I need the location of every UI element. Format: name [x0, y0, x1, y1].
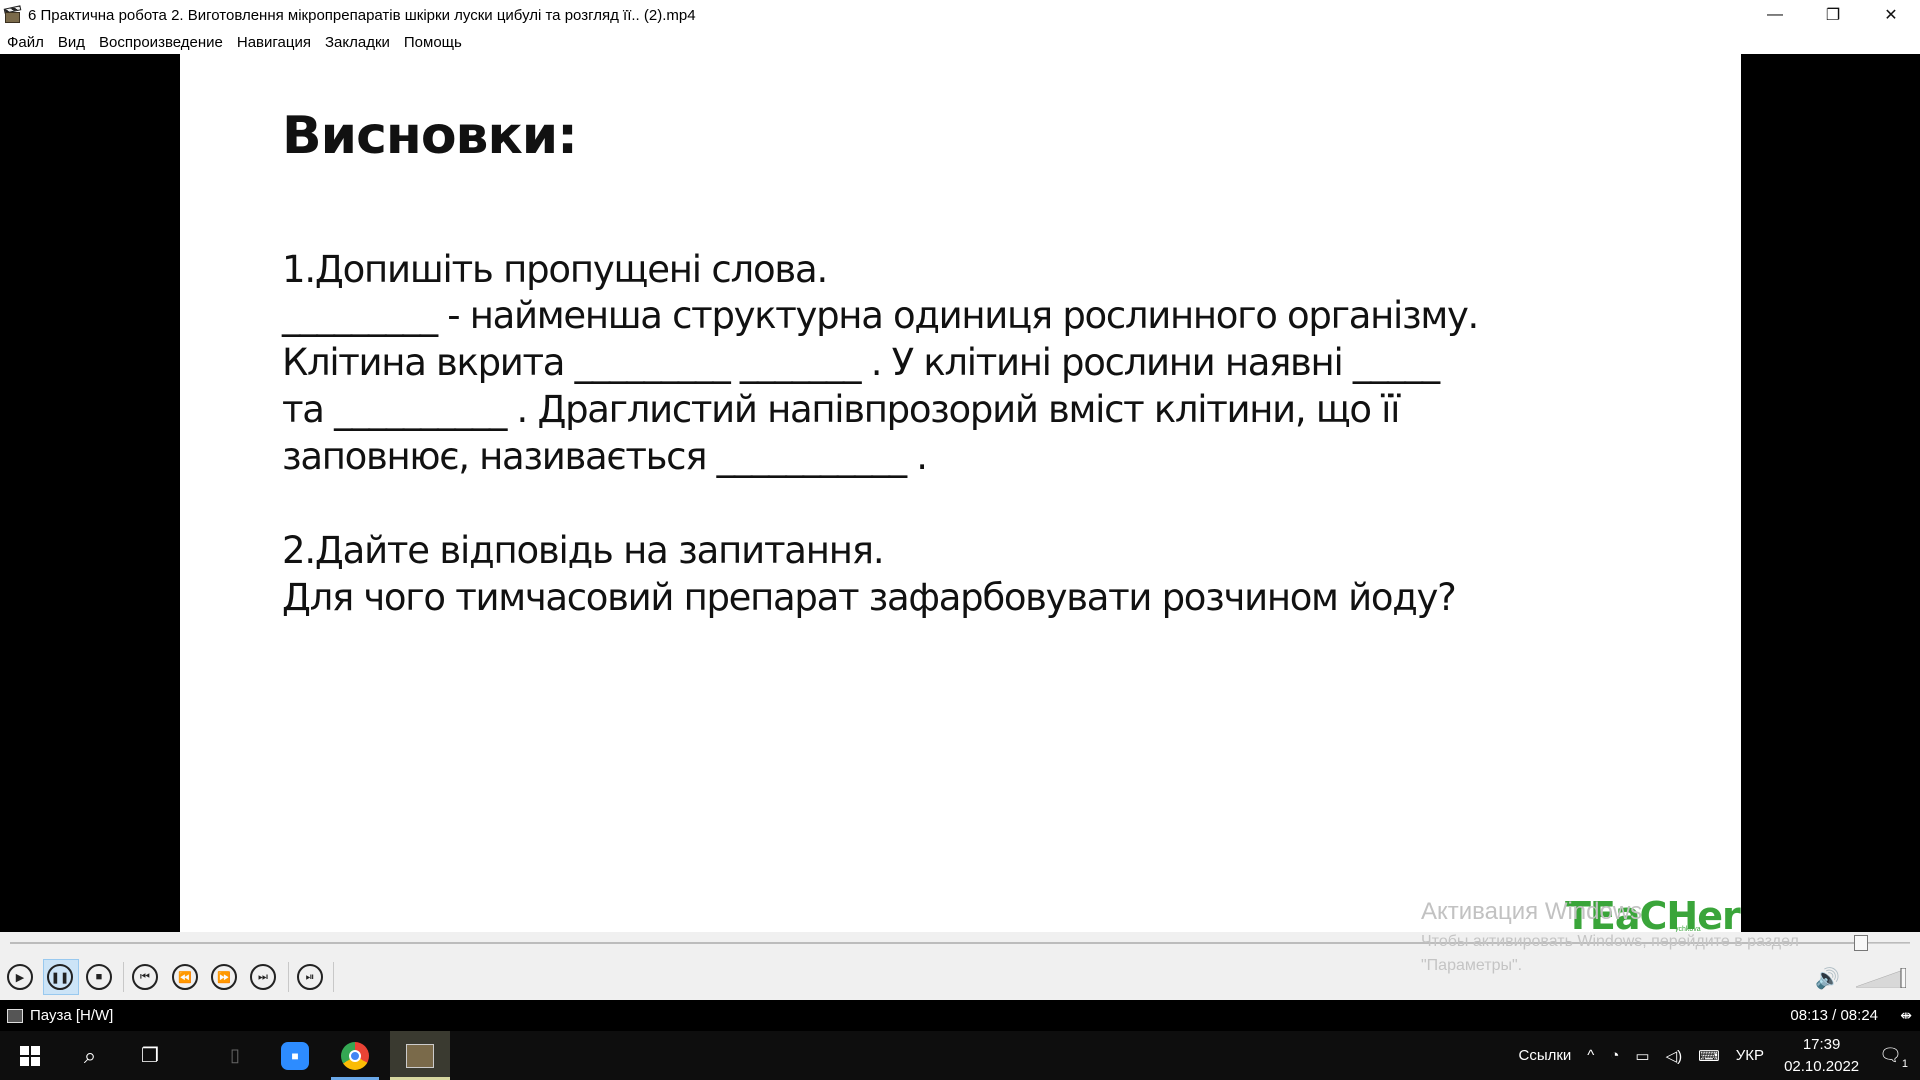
taskbar: ⌕ ❐ ▯ ■ Ссылки ^ ◔ ▭ ◁) ⌨ УКР 17:39 02.1…: [0, 1031, 1920, 1080]
seek-bar-fill: [10, 942, 1861, 944]
clock[interactable]: 17:39 02.10.2022: [1784, 1034, 1859, 1078]
video-area[interactable]: Висновки: 1.Допишіть пропущені слова. __…: [0, 54, 1920, 938]
language-indicator[interactable]: УКР: [1736, 1047, 1764, 1064]
play-button[interactable]: ▶: [7, 964, 33, 990]
close-button[interactable]: ✕: [1862, 0, 1920, 30]
minimize-button[interactable]: —: [1746, 0, 1804, 30]
playback-time[interactable]: 08:13 / 08:24: [1790, 1007, 1878, 1024]
task2-question: Для чого тимчасовий препарат зафарбовува…: [282, 576, 1457, 619]
speaker-icon[interactable]: 🔊: [1815, 966, 1841, 990]
menu-playback[interactable]: Воспроизведение: [99, 34, 223, 51]
task1-line: _________ - найменша структурна одиниця …: [282, 294, 1479, 337]
windows-logo-icon: [20, 1045, 40, 1066]
keyboard-icon[interactable]: ⌨: [1698, 1047, 1720, 1065]
task1-line: та __________ . Драглистий напівпрозорий…: [282, 388, 1400, 431]
rewind-button[interactable]: ⏪: [172, 964, 198, 990]
frame-step-button[interactable]: ⏯: [297, 964, 323, 990]
chevron-up-icon[interactable]: ^: [1587, 1047, 1594, 1064]
zoom-app-icon[interactable]: ■: [265, 1031, 325, 1080]
media-player-taskbar-icon[interactable]: [390, 1031, 450, 1080]
title-bar: 6 Практична робота 2. Виготовлення мікро…: [0, 0, 1920, 30]
stop-button[interactable]: ■: [86, 964, 112, 990]
start-button[interactable]: [0, 1031, 60, 1080]
task1-title: 1.Допишіть пропущені слова.: [282, 248, 828, 291]
task2-title: 2.Дайте відповідь на запитання.: [282, 529, 885, 572]
mouse-app-icon[interactable]: ▯: [205, 1031, 265, 1080]
video-frame-slide: Висновки: 1.Допишіть пропущені слова. __…: [180, 54, 1741, 938]
separator: [123, 962, 124, 992]
menu-view[interactable]: Вид: [58, 34, 85, 51]
pause-button[interactable]: ❚❚: [47, 964, 73, 990]
volume-tray-icon[interactable]: ◁): [1666, 1047, 1683, 1065]
notification-count: 1: [1901, 1058, 1908, 1070]
window-title: 6 Практична робота 2. Виготовлення мікро…: [28, 6, 696, 24]
aspect-ratio-icon[interactable]: ⇼: [1900, 1007, 1912, 1024]
task-view-icon[interactable]: ❐: [120, 1031, 180, 1080]
playback-status: Пауза [H/W]: [30, 1007, 114, 1024]
volume-slider-thumb: [1900, 968, 1906, 988]
separator: [333, 962, 334, 992]
task1-line: Клітина вкрита _________ _______ . У клі…: [282, 341, 1440, 384]
status-icon: [7, 1008, 23, 1023]
system-tray: Ссылки ^ ◔ ▭ ◁) ⌨ УКР 17:39 02.10.2022 🗨…: [1510, 1031, 1920, 1080]
status-bar: Пауза [H/W] 08:13 / 08:24 ⇼: [0, 1000, 1920, 1031]
slide-heading: Висновки:: [282, 106, 578, 166]
volume-slider[interactable]: [1856, 968, 1906, 988]
seek-bar[interactable]: [10, 935, 1910, 951]
media-player-icon[interactable]: [3, 5, 22, 24]
menu-navigation[interactable]: Навигация: [237, 34, 311, 51]
menu-help[interactable]: Помощь: [404, 34, 462, 51]
search-icon[interactable]: ⌕: [60, 1031, 120, 1080]
separator: [288, 962, 289, 992]
task1-line: заповнює, називається ___________ .: [282, 435, 928, 478]
chrome-app-icon[interactable]: [325, 1031, 385, 1080]
forward-button[interactable]: ⏩: [211, 964, 237, 990]
seek-bar-area: [0, 932, 1920, 954]
playback-controls: ▶ ❚❚ ■ ⏮ ⏪ ⏩ ⏭ ⏯ 🔊: [0, 954, 1920, 1000]
menu-bookmarks[interactable]: Закладки: [325, 34, 390, 51]
menu-file[interactable]: Файл: [7, 34, 44, 51]
notification-icon[interactable]: 🗨 1: [1879, 1045, 1908, 1070]
previous-button[interactable]: ⏮: [132, 964, 158, 990]
network-icon[interactable]: ◔: [1610, 1047, 1619, 1064]
clock-date: 02.10.2022: [1784, 1057, 1860, 1075]
maximize-button[interactable]: ❐: [1804, 0, 1862, 30]
tray-links[interactable]: Ссылки: [1518, 1047, 1571, 1064]
menu-bar: Файл Вид Воспроизведение Навигация Закла…: [0, 30, 1920, 54]
clock-time: 17:39: [1802, 1035, 1841, 1053]
battery-icon[interactable]: ▭: [1635, 1047, 1649, 1065]
next-button[interactable]: ⏭: [250, 964, 276, 990]
seek-bar-thumb[interactable]: [1853, 935, 1868, 951]
